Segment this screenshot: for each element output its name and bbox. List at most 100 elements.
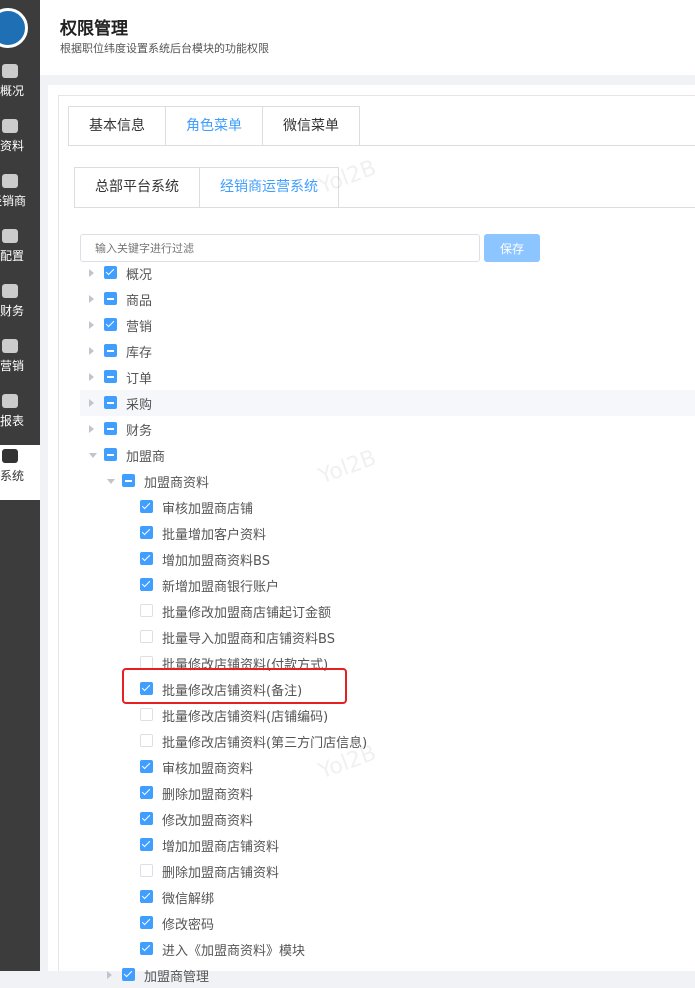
tree-node[interactable]: 加盟商管理 [80, 962, 695, 988]
tab-basic-info[interactable]: 基本信息 [68, 106, 166, 146]
tree-node-label: 增加加盟商资料BS [162, 554, 270, 569]
checkbox[interactable] [140, 942, 153, 955]
checkbox[interactable] [104, 318, 117, 331]
tree-node[interactable]: 概况 [80, 260, 695, 286]
tree-node-label: 库存 [126, 346, 153, 361]
tree-node[interactable]: 加盟商资料 [80, 468, 695, 494]
tree-node[interactable]: 财务 [80, 416, 695, 442]
checkbox[interactable] [140, 760, 153, 773]
caret-right-icon[interactable] [89, 347, 94, 355]
checkbox[interactable] [104, 396, 117, 409]
checkbox[interactable] [122, 968, 135, 981]
caret-right-icon[interactable] [89, 321, 94, 329]
checkbox[interactable] [140, 864, 153, 877]
tree-node[interactable]: 加盟商 [80, 442, 695, 468]
checkbox[interactable] [140, 604, 153, 617]
tree-node[interactable]: 批量修改店铺资料(店铺编码) [80, 702, 695, 728]
sidebar-item[interactable]: 资料 [0, 115, 40, 170]
checkbox[interactable] [140, 630, 153, 643]
sidebar-item-label: 资料 [0, 139, 25, 153]
tab-wechat-menu[interactable]: 微信菜单 [262, 106, 360, 146]
tree-node-label: 审核加盟商资料 [162, 762, 254, 777]
tree-node-label: 增加加盟商店铺资料 [162, 840, 280, 855]
checkbox[interactable] [140, 786, 153, 799]
building-icon [2, 64, 18, 78]
checkbox[interactable] [140, 552, 153, 565]
tree-node[interactable]: 营销 [80, 312, 695, 338]
checkbox[interactable] [140, 734, 153, 747]
tree-node[interactable]: 审核加盟商资料 [80, 754, 695, 780]
tree-node[interactable]: 审核加盟商店铺 [80, 494, 695, 520]
tree-node-label: 批量增加客户资料 [162, 528, 267, 543]
caret-right-icon[interactable] [89, 295, 94, 303]
page-title: 权限管理 [60, 19, 128, 39]
tree-node[interactable]: 增加加盟商资料BS [80, 546, 695, 572]
checkbox[interactable] [104, 266, 117, 279]
page-header: 权限管理 根据职位纬度设置系统后台模块的功能权限 [40, 0, 695, 75]
checkbox[interactable] [140, 916, 153, 929]
tree-node-label: 批量修改店铺资料(店铺编码) [162, 710, 329, 725]
tab-hq-platform[interactable]: 总部平台系统 [74, 167, 200, 208]
caret-right-icon[interactable] [107, 971, 112, 979]
checkbox[interactable] [140, 578, 153, 591]
tree-node[interactable]: 采购 [80, 390, 695, 416]
save-button[interactable]: 保存 [484, 234, 540, 262]
tree-node[interactable]: 修改密码 [80, 910, 695, 936]
checkbox[interactable] [140, 500, 153, 513]
sidebar-item[interactable]: 配置 [0, 225, 40, 280]
checkbox[interactable] [104, 370, 117, 383]
tree-node[interactable]: 库存 [80, 338, 695, 364]
sidebar-item[interactable]: 报表 [0, 390, 40, 445]
tree-node[interactable]: 删除加盟商店铺资料 [80, 858, 695, 884]
tree-node[interactable]: 增加加盟商店铺资料 [80, 832, 695, 858]
caret-right-icon[interactable] [89, 373, 94, 381]
tree-node[interactable]: 新增加盟商银行账户 [80, 572, 695, 598]
checkbox[interactable] [140, 838, 153, 851]
tree-node-label: 营销 [126, 320, 153, 335]
caret-down-icon[interactable] [107, 479, 115, 484]
sidebar-item[interactable]: 财务 [0, 280, 40, 335]
tab-role-menu[interactable]: 角色菜单 [165, 106, 263, 146]
tree-node[interactable]: 批量增加客户资料 [80, 520, 695, 546]
tree-node-label: 修改密码 [162, 918, 215, 933]
checkbox[interactable] [140, 526, 153, 539]
sidebar-item-label: 经销商 [0, 194, 27, 208]
tree-node[interactable]: 批量修改店铺资料(第三方门店信息) [80, 728, 695, 754]
tree-node[interactable]: 进入《加盟商资料》模块 [80, 936, 695, 962]
checkbox[interactable] [140, 708, 153, 721]
checkbox[interactable] [140, 812, 153, 825]
checkbox[interactable] [104, 292, 117, 305]
tree-node[interactable]: 批量导入加盟商和店铺资料BS [80, 624, 695, 650]
tree-node[interactable]: 批量修改加盟商店铺起订金额 [80, 598, 695, 624]
checkbox[interactable] [104, 344, 117, 357]
tab-dealer-system[interactable]: 经销商运营系统 [199, 167, 339, 208]
caret-down-icon[interactable] [89, 453, 97, 458]
sidebar-item[interactable]: 系统 [0, 445, 40, 500]
sidebar-item[interactable]: 经销商 [0, 170, 40, 225]
sidebar-item[interactable]: 营销 [0, 335, 40, 390]
filter-input[interactable] [80, 234, 480, 262]
tree-node[interactable]: 订单 [80, 364, 695, 390]
sidebar-item-label: 配置 [0, 249, 25, 263]
logo [0, 8, 28, 48]
tree-node-label: 加盟商 [126, 450, 166, 465]
caret-right-icon[interactable] [89, 399, 94, 407]
tree-node[interactable]: 商品 [80, 286, 695, 312]
tree-node-label: 新增加盟商银行账户 [162, 580, 280, 595]
caret-right-icon[interactable] [89, 425, 94, 433]
gear-icon [2, 449, 18, 463]
checkbox[interactable] [104, 448, 117, 461]
document-icon [2, 119, 18, 133]
tree-node[interactable]: 微信解绑 [80, 884, 695, 910]
tree-node[interactable]: 删除加盟商资料 [80, 780, 695, 806]
checkbox[interactable] [140, 890, 153, 903]
coins-icon [2, 284, 18, 298]
checkbox[interactable] [122, 474, 135, 487]
caret-right-icon[interactable] [89, 269, 94, 277]
divider [68, 145, 695, 146]
checkbox[interactable] [104, 422, 117, 435]
sidebar-item[interactable]: 概况 [0, 60, 40, 115]
sidebar-item-label: 报表 [0, 414, 25, 428]
tree-node-label: 财务 [126, 424, 153, 439]
tree-node[interactable]: 修改加盟商资料 [80, 806, 695, 832]
